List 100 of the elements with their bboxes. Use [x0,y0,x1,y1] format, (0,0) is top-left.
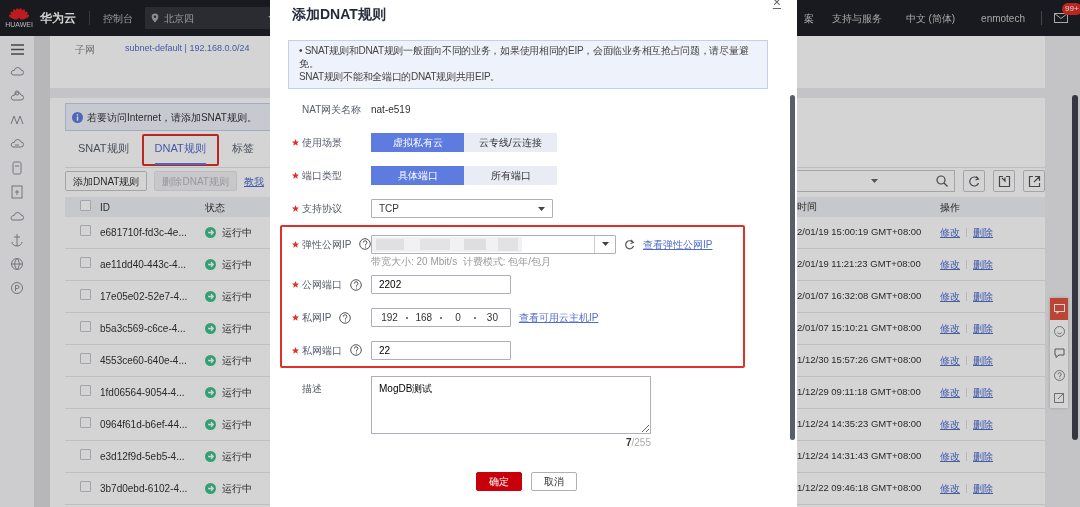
help-link[interactable]: 教我 [243,173,264,189]
segment-option[interactable]: 所有端口 [464,166,557,185]
wave-icon[interactable] [10,113,24,127]
status-icon [205,355,216,366]
document-icon[interactable] [10,185,24,199]
table-cell-text: 4553ce60-640e-4... [100,354,188,368]
action-link[interactable]: 删除 [973,481,993,496]
nav-link-text[interactable]: enmotech [981,10,1025,26]
console-link[interactable]: 控制台 [103,10,133,26]
field-label: 端口类型 [302,169,342,183]
action-link[interactable]: 删除 [973,417,993,432]
feedback-icon[interactable] [1053,304,1065,314]
character-counter: 7/255 [625,436,651,450]
description-field[interactable]: MogDB测试 [371,376,651,434]
anchor-icon[interactable] [10,233,24,247]
action-link[interactable]: 修改 [940,385,960,400]
tab[interactable]: 标签 [218,134,267,166]
segment-option[interactable]: 具体端口 [371,166,464,185]
status-text: 运行中 [222,290,252,304]
action-link[interactable]: 修改 [940,417,960,432]
refresh-icon[interactable] [967,174,981,188]
action-link[interactable]: 删除 [973,321,993,336]
input-field[interactable]: 22 [371,340,511,360]
link[interactable]: 查看弹性公网IP [643,236,713,252]
action-link[interactable]: 修改 [940,353,960,368]
help-icon[interactable] [1053,369,1065,381]
nav-link-text[interactable]: 案 [803,10,814,26]
toolbar-button[interactable]: 添加DNAT规则 [65,171,148,191]
help-icon[interactable] [339,311,352,324]
action-link[interactable]: 删除 [973,257,993,272]
mail-icon[interactable] [1054,13,1068,23]
status-icon [205,419,216,430]
action-link[interactable]: 修改 [940,449,960,464]
checkbox[interactable] [80,225,91,236]
smiley-icon[interactable] [1053,325,1065,337]
table-cell-text: 1/12/30 15:57:26 GMT+08:00 [797,353,923,368]
cloud-icon[interactable] [10,89,24,103]
menu-icon[interactable] [10,44,24,55]
segment-option[interactable]: 虚拟私有云 [371,133,464,152]
status-icon [205,291,216,302]
nav-link-text[interactable]: 支持与服务 [831,10,882,26]
globe-icon[interactable] [10,257,24,271]
column-header: 状态 [205,200,225,215]
caret-icon [538,206,545,211]
cloud-icon[interactable] [10,65,24,79]
nav-link-text[interactable]: 中文 (简体) [905,10,956,26]
input-field[interactable]: 2202 [371,275,511,294]
cloud-icon[interactable] [10,209,24,223]
field-label: 私网IP [302,311,332,325]
table-cell-text: ae11dd40-443c-4... [100,258,187,272]
close-button[interactable]: × [772,0,781,9]
help-icon[interactable] [350,344,362,356]
checkbox[interactable] [80,353,91,364]
help-icon[interactable] [350,278,362,291]
help-icon[interactable] [359,238,372,250]
segment-option[interactable]: 云专线/云连接 [464,133,557,152]
ip-address-field[interactable]: 192 168 0 30 [371,308,511,327]
asterisk-icon [292,139,299,146]
search-icon[interactable] [936,175,948,187]
site-name[interactable]: 华为云 [40,9,76,27]
tab[interactable]: DNAT规则 [141,134,219,166]
cancel-button[interactable]: 取消 [530,472,577,491]
action-link[interactable]: 修改 [940,257,960,272]
chat-icon[interactable] [1053,347,1065,359]
checkbox[interactable] [80,385,91,396]
import-icon[interactable] [997,174,1011,188]
checkbox[interactable] [80,289,91,300]
action-link[interactable]: 修改 [940,321,960,336]
checkbox[interactable] [80,481,91,492]
cloud-icon[interactable] [10,137,24,151]
table-cell-text: 1/12/22 09:46:18 GMT+08:00 [797,481,923,496]
action-link[interactable]: 修改 [940,225,960,240]
edit-icon[interactable] [1053,391,1065,403]
checkbox[interactable] [80,257,91,268]
link[interactable]: 查看可用云主机IP [519,310,599,325]
protocol-select[interactable]: TCP [371,199,553,218]
action-link[interactable]: 删除 [973,225,993,240]
action-link[interactable]: 删除 [973,385,993,400]
asterisk-icon [292,240,299,248]
action-link[interactable]: 修改 [940,289,960,304]
action-link[interactable]: 修改 [940,481,960,496]
checkbox[interactable] [80,321,91,332]
export-icon[interactable] [1027,174,1041,188]
cylinder-icon[interactable] [10,161,24,175]
checkbox[interactable] [80,199,91,211]
refresh-icon[interactable] [624,238,635,250]
circle-icon[interactable] [10,281,24,295]
action-link[interactable]: 删除 [973,289,993,304]
checkbox[interactable] [80,417,91,428]
confirm-button[interactable]: 确定 [475,472,522,491]
dialog-title: 添加DNAT规则 [292,5,386,24]
action-link[interactable]: 删除 [973,449,993,464]
checkbox[interactable] [80,449,91,460]
asterisk-icon [292,172,299,179]
action-link[interactable]: 删除 [973,353,993,368]
scrollbar-thumb[interactable] [790,95,795,440]
scrollbar-thumb[interactable] [1072,95,1078,440]
caret-icon[interactable] [871,179,878,183]
tab[interactable]: SNAT规则 [65,134,142,166]
table-cell-text: 1/12/29 09:11:18 GMT+08:00 [797,385,922,400]
